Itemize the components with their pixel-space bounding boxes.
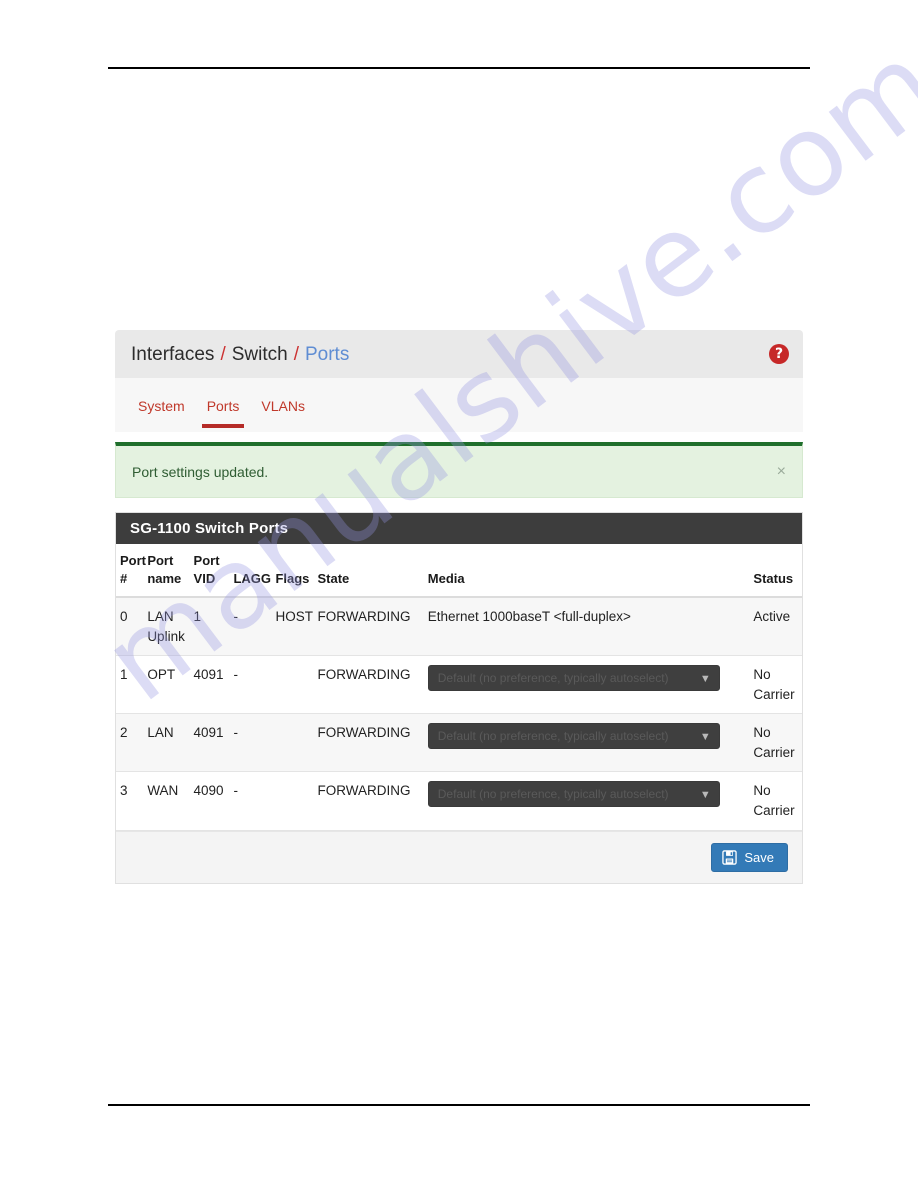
cell-port-num: 0	[116, 597, 144, 657]
tab-ports[interactable]: Ports	[196, 394, 251, 428]
tab-vlans[interactable]: VLANs	[250, 394, 316, 424]
table-row: 3 WAN 4090 - FORWARDING Default (no pref…	[116, 771, 802, 831]
status-badge: No Carrier	[749, 713, 802, 773]
tab-list: System Ports VLANs	[115, 394, 803, 428]
help-circle-icon[interactable]: ?	[769, 344, 789, 364]
cell-media: Ethernet 1000baseT <full-duplex>	[423, 597, 750, 657]
status-badge: No Carrier	[749, 655, 802, 715]
cell-port-vid: 4090	[189, 771, 230, 831]
chevron-down-icon: ▼	[699, 731, 711, 744]
cell-media: Default (no preference, typically autose…	[423, 713, 750, 773]
media-select-value: Default (no preference, typically autose…	[437, 729, 669, 744]
cell-media: Default (no preference, typically autose…	[423, 655, 750, 715]
cell-lagg: -	[229, 597, 272, 657]
ports-table-body: 0 LAN Uplink 1 - HOST FORWARDING Etherne…	[116, 597, 802, 831]
breadcrumb-item-switch[interactable]: Switch	[232, 345, 288, 364]
page-bottom-rule	[108, 1104, 810, 1106]
chevron-down-icon: ▼	[699, 789, 711, 802]
cell-lagg: -	[229, 655, 272, 715]
cell-state: FORWARDING	[313, 771, 424, 831]
col-line2: #	[120, 570, 128, 586]
ports-table-head: Port # Port name Port VID LAGG Flags Sta…	[116, 544, 802, 599]
media-select-value: Default (no preference, typically autose…	[437, 671, 669, 686]
close-icon[interactable]: ×	[777, 463, 786, 480]
cell-port-vid: 4091	[189, 655, 230, 715]
breadcrumb-separator: /	[220, 343, 226, 365]
media-select-port-2[interactable]: Default (no preference, typically autose…	[427, 723, 720, 750]
alert-message: Port settings updated.	[132, 463, 269, 480]
save-button[interactable]: Save	[711, 842, 788, 872]
cell-port-vid: 4091	[189, 713, 230, 773]
status-badge: Active	[749, 597, 802, 657]
column-header-lagg: LAGG	[229, 544, 272, 599]
col-line2: VID	[193, 570, 216, 586]
cell-flags: HOST	[271, 597, 314, 657]
table-header-row: Port # Port name Port VID LAGG Flags Sta…	[116, 544, 802, 599]
save-button-label: Save	[744, 849, 774, 865]
col-line2: name	[147, 570, 182, 586]
cell-lagg: -	[229, 771, 272, 831]
status-badge: No Carrier	[749, 771, 802, 831]
chevron-down-icon: ▼	[699, 673, 711, 686]
cell-port-name: OPT	[143, 655, 190, 715]
breadcrumb-separator: /	[293, 343, 299, 365]
cell-state: FORWARDING	[313, 597, 424, 657]
cell-lagg: -	[229, 713, 272, 773]
col-line1: Port	[147, 553, 174, 568]
cell-media: Default (no preference, typically autose…	[423, 771, 750, 831]
switch-ports-screenshot: Interfaces / Switch / Ports ? System Por…	[115, 330, 803, 884]
save-floppy-icon	[722, 849, 738, 865]
page-canvas: manualshive.com Interfaces / Switch / Po…	[0, 0, 918, 1188]
cell-port-num: 2	[116, 713, 144, 773]
cell-port-name: LAN	[143, 713, 190, 773]
breadcrumb-item-ports[interactable]: Ports	[305, 345, 349, 364]
column-header-status: Status	[749, 544, 802, 599]
column-header-port-name: Port name	[143, 544, 190, 599]
cell-port-vid: 1	[189, 597, 230, 657]
breadcrumb-bar: Interfaces / Switch / Ports ?	[115, 330, 803, 378]
column-header-port-num: Port #	[116, 544, 146, 599]
cell-flags	[271, 713, 314, 773]
help-glyph: ?	[774, 346, 784, 362]
cell-port-num: 1	[116, 655, 144, 715]
cell-state: FORWARDING	[313, 713, 424, 773]
col-line1: Port	[193, 553, 220, 568]
table-row: 2 LAN 4091 - FORWARDING Default (no pref…	[116, 713, 802, 773]
media-select-value: Default (no preference, typically autose…	[437, 787, 669, 802]
page-top-rule	[108, 67, 810, 69]
cell-port-num: 3	[116, 771, 144, 831]
cell-port-name: LAN Uplink	[143, 597, 190, 657]
tab-bar: System Ports VLANs	[115, 378, 803, 432]
panel-title: SG-1100 Switch Ports	[116, 513, 802, 544]
media-select-port-1[interactable]: Default (no preference, typically autose…	[427, 665, 720, 692]
cell-flags	[271, 655, 314, 715]
media-select-port-3[interactable]: Default (no preference, typically autose…	[427, 781, 720, 808]
column-header-media: Media	[423, 544, 750, 599]
cell-port-name: WAN	[143, 771, 190, 831]
column-header-state: State	[313, 544, 424, 599]
tab-system[interactable]: System	[127, 394, 196, 424]
breadcrumb: Interfaces / Switch / Ports	[131, 345, 349, 364]
table-row: 0 LAN Uplink 1 - HOST FORWARDING Etherne…	[116, 597, 802, 657]
breadcrumb-item-interfaces[interactable]: Interfaces	[131, 345, 214, 364]
cell-state: FORWARDING	[313, 655, 424, 715]
panel-footer: Save	[116, 830, 802, 883]
alert-success: Port settings updated. ×	[115, 442, 803, 498]
column-header-port-vid: Port VID	[189, 544, 230, 599]
ports-table: Port # Port name Port VID LAGG Flags Sta…	[116, 544, 802, 831]
switch-ports-panel: SG-1100 Switch Ports Port # Port name Po…	[115, 512, 803, 884]
table-row: 1 OPT 4091 - FORWARDING Default (no pref…	[116, 655, 802, 715]
column-header-flags: Flags	[271, 544, 314, 599]
cell-flags	[271, 771, 314, 831]
col-line1: Port	[120, 553, 146, 568]
